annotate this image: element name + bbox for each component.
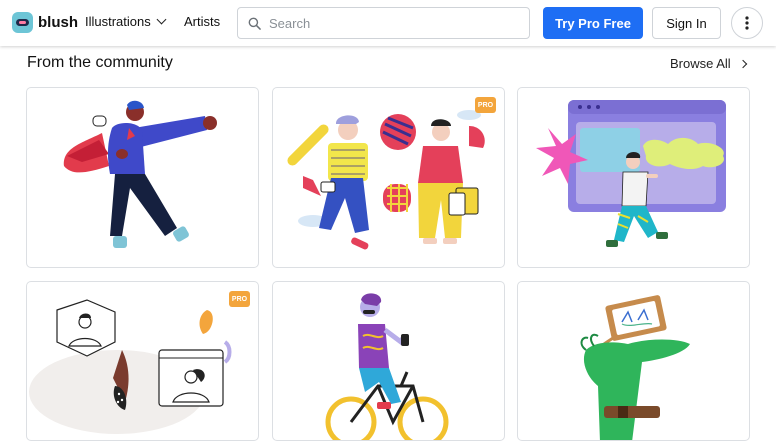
more-vertical-icon (745, 16, 749, 30)
bicycle-illustration (325, 293, 449, 440)
illustration-card-bicycle[interactable] (272, 281, 505, 441)
nav-artists-link[interactable]: Artists (184, 14, 220, 29)
logo-text: blush (38, 14, 78, 31)
illustration-card-meditation[interactable]: PRO (26, 281, 259, 441)
illustration-card-frame[interactable] (517, 281, 750, 441)
frame-illustration (580, 295, 690, 440)
search-bar[interactable] (237, 7, 530, 39)
search-input[interactable] (269, 15, 509, 31)
section-title: From the community (27, 54, 173, 71)
nav-illustrations-label: Illustrations (85, 14, 151, 29)
top-navigation-bar: blush Illustrations Artists Try Pro Free… (0, 0, 776, 46)
browse-all-label: Browse All (670, 56, 731, 71)
blush-logo[interactable]: blush (12, 12, 78, 33)
illustration-card-screen[interactable] (517, 87, 750, 268)
sign-in-button[interactable]: Sign In (652, 7, 721, 39)
browse-all-link[interactable]: Browse All (670, 56, 747, 71)
pro-badge: PRO (475, 97, 496, 113)
meditation-illustration (29, 299, 232, 434)
try-pro-free-button[interactable]: Try Pro Free (543, 7, 643, 39)
shopping-illustration (287, 110, 485, 250)
more-options-button[interactable] (731, 7, 763, 39)
chevron-down-icon (156, 14, 167, 25)
superhero-illustration (63, 100, 217, 248)
chevron-right-icon (738, 59, 747, 68)
pro-badge: PRO (229, 291, 250, 307)
blush-logo-icon (12, 12, 33, 33)
illustration-card-shopping[interactable]: PRO (272, 87, 505, 268)
nav-artists-label: Artists (184, 14, 221, 29)
illustration-card-superhero[interactable] (26, 87, 259, 268)
search-icon (248, 17, 261, 30)
screen-illustration (536, 100, 726, 247)
nav-illustrations-menu[interactable]: Illustrations (85, 14, 167, 29)
